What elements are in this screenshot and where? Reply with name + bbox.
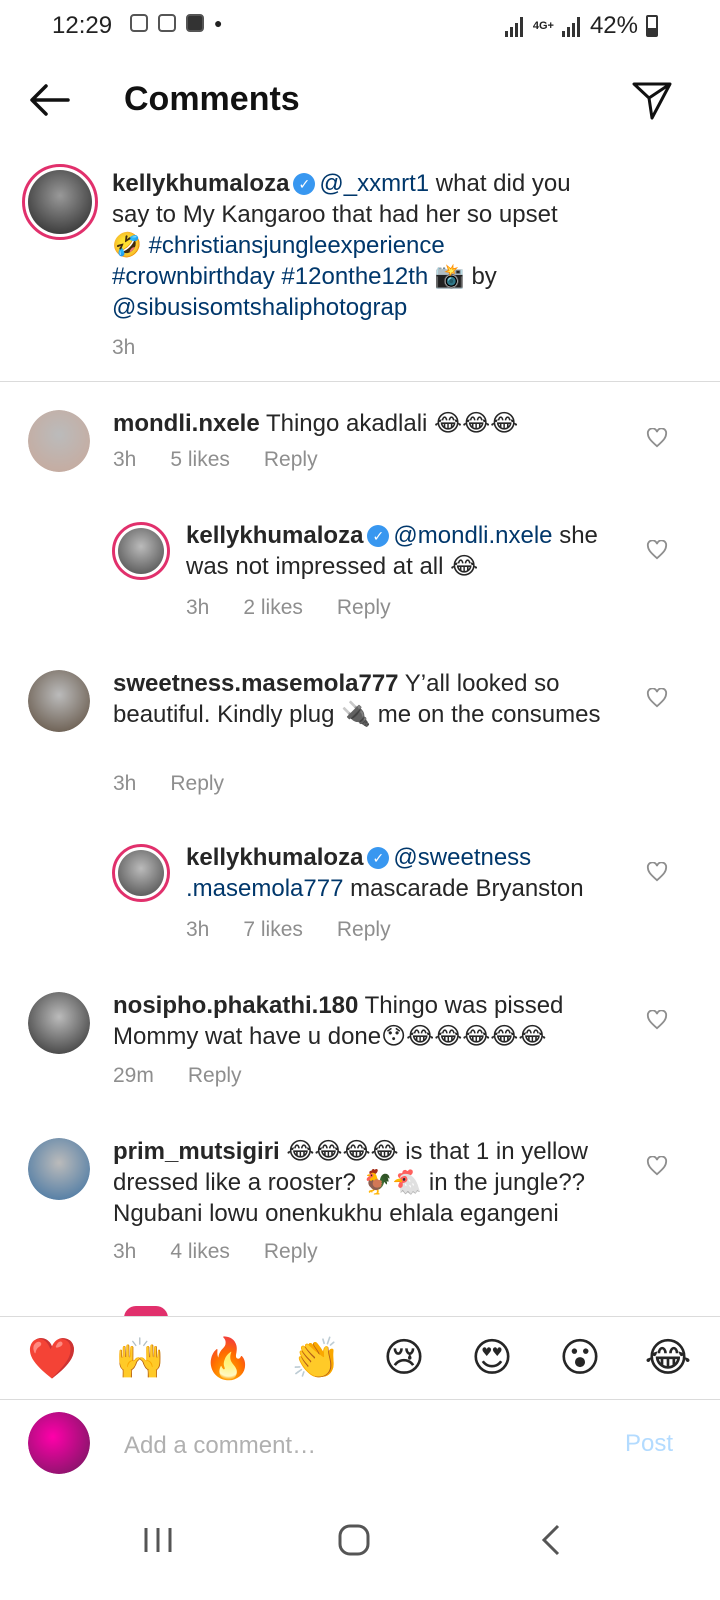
comment-text: kellykhumaloza ✓ @sweetness .masemola777 m… bbox=[186, 842, 636, 904]
verified-badge-icon: ✓ bbox=[367, 847, 390, 869]
reply-button[interactable]: Reply bbox=[170, 772, 224, 796]
caption-link[interactable]: @_xxmrt1 bbox=[319, 170, 429, 197]
caption-link[interactable]: #12onthe12th bbox=[281, 263, 428, 290]
comment-body: mascarade Bryanston bbox=[350, 875, 584, 902]
comment-username[interactable]: prim_mutsigiri bbox=[113, 1138, 280, 1165]
caption-meta: 3h bbox=[112, 336, 135, 360]
system-nav-bar bbox=[0, 1490, 720, 1600]
reaction-heart[interactable]: ❤️ bbox=[22, 1335, 82, 1382]
comment-meta: 3h 4 likes Reply bbox=[113, 1240, 318, 1264]
comment-time: 29m bbox=[113, 1064, 154, 1087]
like-heart-icon[interactable] bbox=[646, 862, 668, 882]
status-bar: 12:29 ● 4G+ 42% bbox=[0, 0, 720, 56]
reply-button[interactable]: Reply bbox=[188, 1064, 242, 1088]
status-indicators: 4G+ 42% bbox=[504, 12, 658, 40]
direct-share-icon[interactable] bbox=[630, 78, 674, 122]
reaction-surprised[interactable]: 😮 bbox=[550, 1335, 610, 1381]
reply-button[interactable]: Reply bbox=[264, 1240, 318, 1264]
comment-text: kellykhumaloza ✓ @mondli.nxele she was not… bbox=[186, 520, 636, 582]
comment-username[interactable]: sweetness.masemola777 bbox=[113, 670, 399, 697]
reaction-clap[interactable]: 👏 bbox=[286, 1335, 346, 1382]
system-back-icon[interactable] bbox=[532, 1520, 572, 1560]
like-heart-icon[interactable] bbox=[646, 428, 668, 448]
reply-button[interactable]: Reply bbox=[264, 448, 318, 472]
comment-composer: Post bbox=[0, 1400, 720, 1490]
post-button[interactable]: Post bbox=[625, 1430, 673, 1458]
page-title: Comments bbox=[124, 80, 300, 118]
comment-username[interactable]: kellykhumaloza bbox=[186, 844, 363, 871]
current-user-avatar bbox=[28, 1412, 90, 1474]
network-type: 4G+ bbox=[532, 19, 554, 32]
avatar[interactable] bbox=[28, 410, 90, 472]
comment-meta: 3h 5 likes Reply bbox=[113, 448, 318, 472]
reaction-laughing[interactable]: 😂 bbox=[638, 1335, 698, 1381]
like-heart-icon[interactable] bbox=[646, 540, 668, 560]
comment-time: 3h bbox=[113, 772, 137, 795]
avatar[interactable] bbox=[112, 522, 170, 580]
reaction-heart-eyes[interactable]: 😍 bbox=[462, 1335, 522, 1381]
gallery-notification-icon bbox=[186, 14, 204, 32]
battery-percent: 42% bbox=[589, 12, 638, 39]
post-caption: kellykhumaloza ✓ @_xxmrt1 what did you say… bbox=[0, 160, 720, 382]
caption-text-segment: 📸 by bbox=[428, 263, 497, 290]
caption-time: 3h bbox=[112, 336, 136, 359]
like-heart-icon[interactable] bbox=[646, 1156, 668, 1176]
like-heart-icon[interactable] bbox=[646, 1010, 668, 1030]
more-notifications-dot-icon: ● bbox=[214, 15, 223, 31]
reaction-raised-hands[interactable]: 🙌 bbox=[110, 1335, 170, 1382]
comment-text: prim_mutsigiri 😂😂😂😂 is that 1 in yellow … bbox=[113, 1136, 623, 1229]
comment-meta: 3h Reply bbox=[113, 772, 224, 796]
signal-icon bbox=[504, 15, 525, 37]
comment-time: 3h bbox=[186, 918, 210, 941]
comment-meta: 29m Reply bbox=[113, 1064, 242, 1088]
avatar[interactable] bbox=[28, 992, 90, 1054]
avatar[interactable] bbox=[22, 164, 98, 240]
mention-link[interactable]: @mondli.nxele bbox=[393, 522, 552, 549]
comment-body: Thingo akadlali 😂😂😂 bbox=[265, 410, 519, 437]
like-heart-icon[interactable] bbox=[646, 688, 668, 708]
reply-button[interactable]: Reply bbox=[337, 918, 391, 942]
caption-link[interactable]: @sibusisomtshaliphotograp bbox=[112, 294, 407, 321]
comment-time: 3h bbox=[113, 1240, 137, 1263]
caption-text: kellykhumaloza ✓ @_xxmrt1 what did you say… bbox=[112, 168, 582, 323]
comment-meta: 3h 7 likes Reply bbox=[186, 918, 391, 942]
verified-badge-icon: ✓ bbox=[293, 173, 316, 195]
comment-likes[interactable]: 5 likes bbox=[170, 448, 230, 472]
comment-meta: 3h 2 likes Reply bbox=[186, 596, 391, 620]
reply-button[interactable]: Reply bbox=[337, 596, 391, 620]
caption-username[interactable]: kellykhumaloza bbox=[112, 170, 289, 197]
comment-username[interactable]: mondli.nxele bbox=[113, 410, 260, 437]
back-arrow-icon[interactable] bbox=[28, 82, 72, 118]
notification-icons: ● bbox=[130, 14, 222, 32]
comment-username[interactable]: kellykhumaloza bbox=[186, 522, 363, 549]
status-time: 12:29 bbox=[52, 12, 113, 39]
home-icon[interactable] bbox=[334, 1520, 374, 1560]
comment-likes[interactable]: 2 likes bbox=[243, 596, 303, 620]
comment-text: mondli.nxele Thingo akadlali 😂😂😂 bbox=[113, 408, 623, 439]
app-notification-icon bbox=[158, 14, 176, 32]
signal-icon bbox=[561, 15, 582, 37]
comment-input[interactable] bbox=[124, 1426, 594, 1466]
comment-text: sweetness.masemola777 Y’all looked so be… bbox=[113, 668, 623, 730]
avatar[interactable] bbox=[112, 844, 170, 902]
avatar[interactable] bbox=[28, 670, 90, 732]
comment-likes[interactable]: 7 likes bbox=[243, 918, 303, 942]
comment-time: 3h bbox=[113, 448, 137, 471]
header: Comments bbox=[0, 70, 720, 130]
comment-username[interactable]: nosipho.phakathi.180 bbox=[113, 992, 358, 1019]
reaction-fire[interactable]: 🔥 bbox=[198, 1335, 258, 1382]
recent-apps-icon[interactable] bbox=[138, 1520, 178, 1560]
app-notification-icon bbox=[130, 14, 148, 32]
avatar[interactable] bbox=[28, 1138, 90, 1200]
battery-icon bbox=[646, 15, 658, 37]
caption-link[interactable]: #christiansjungleexperience bbox=[149, 232, 445, 259]
comment-time: 3h bbox=[186, 596, 210, 619]
comment-likes[interactable]: 4 likes bbox=[170, 1240, 230, 1264]
verified-badge-icon: ✓ bbox=[367, 525, 390, 547]
reaction-crying[interactable]: 😢 bbox=[374, 1335, 434, 1381]
caption-link[interactable]: #crownbirthday bbox=[112, 263, 275, 290]
comment-text: nosipho.phakathi.180 Thingo was pissed M… bbox=[113, 990, 623, 1052]
quick-reaction-bar: ❤️ 🙌 🔥 👏 😢 😍 😮 😂 bbox=[0, 1316, 720, 1400]
